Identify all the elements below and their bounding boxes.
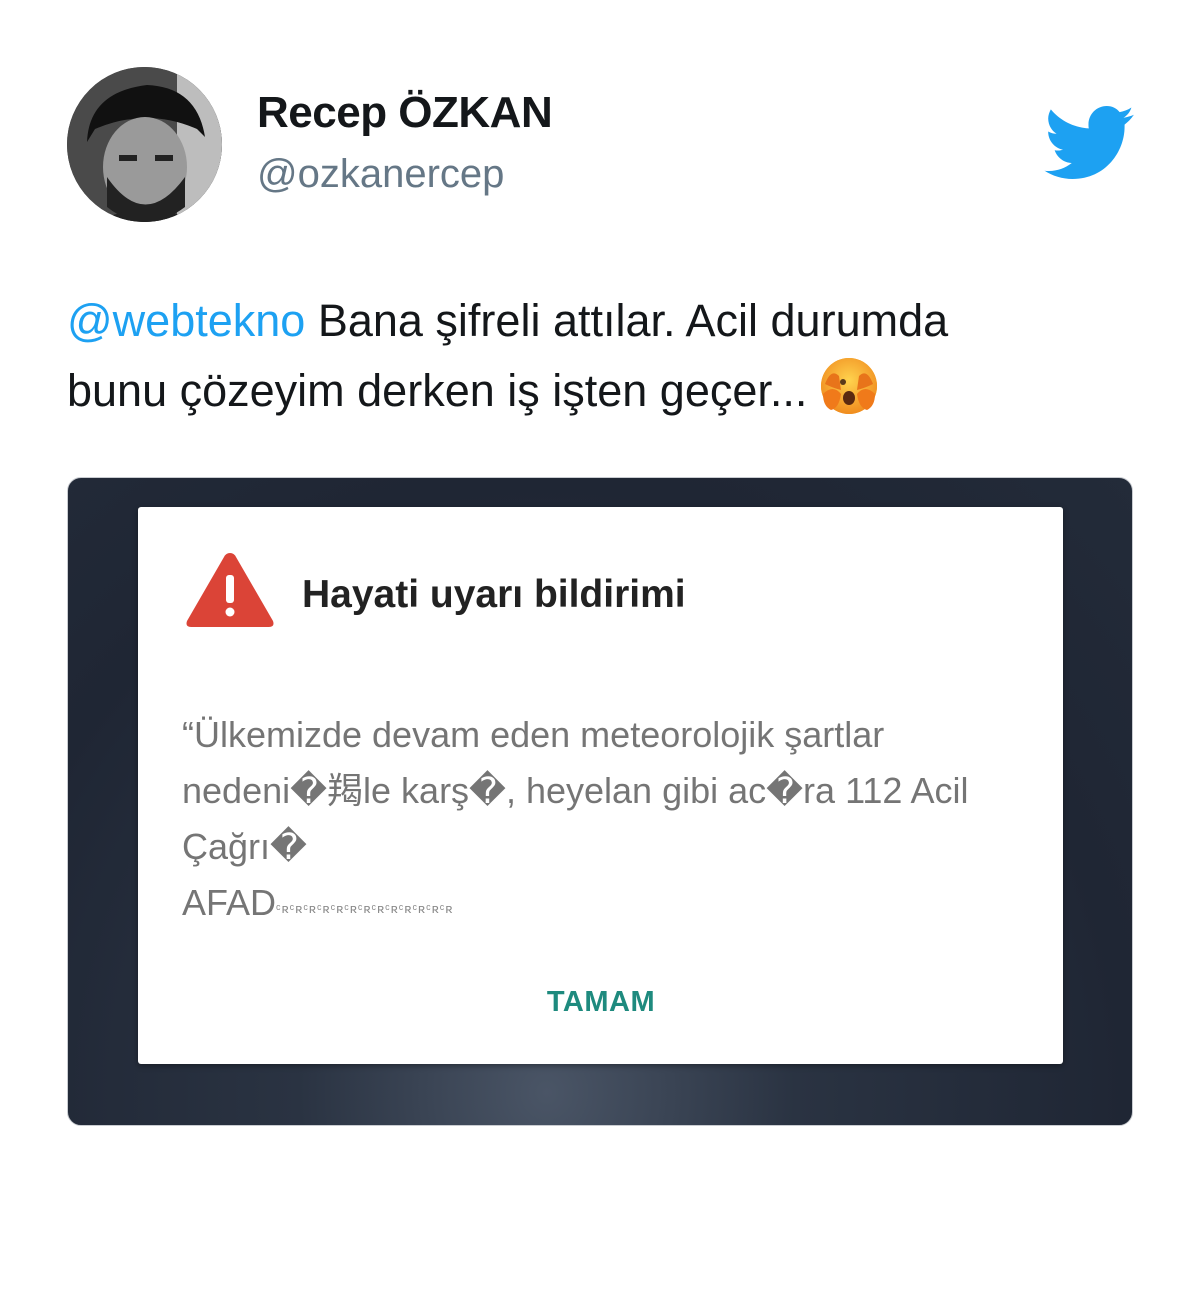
- alert-screenshot: Hayati uyarı bildirimi “Ülkemizde devam …: [67, 477, 1133, 1126]
- alert-message-line: “Ülkemizde devam eden meteorolojik şartl…: [182, 714, 885, 755]
- author-handle[interactable]: @ozkanercep: [257, 152, 504, 197]
- ok-button[interactable]: TAMAM: [518, 977, 684, 1027]
- alert-message: “Ülkemizde devam eden meteorolojik şartl…: [182, 707, 1042, 937]
- alert-dialog: Hayati uyarı bildirimi “Ülkemizde devam …: [138, 507, 1063, 1064]
- alert-message-line: nedeni�羯le karş�, heyelan gibi ac�ra 112…: [182, 770, 969, 811]
- author-avatar[interactable]: [67, 67, 222, 222]
- alert-message-line: Çağrı�: [182, 826, 307, 867]
- alert-sender: AFAD: [182, 882, 277, 923]
- warning-triangle-icon: [186, 553, 274, 627]
- avatar-photo: [67, 67, 222, 222]
- twitter-bird-icon[interactable]: [1044, 106, 1136, 182]
- tweet-text-part2: bunu çözeyim derken iş işten geçer...: [67, 365, 808, 416]
- face-with-hand-over-mouth-emoji: [821, 358, 878, 414]
- alert-title: Hayati uyarı bildirimi: [302, 573, 686, 616]
- author-name[interactable]: Recep ÖZKAN: [257, 88, 553, 138]
- tweet-text-part1: Bana şifreli attılar. Acil durumda: [305, 295, 949, 346]
- mention-link[interactable]: @webtekno: [67, 295, 305, 346]
- alert-message-line-sender: AFADᶜʀᶜʀᶜʀᶜʀᶜʀᶜʀᶜʀᶜʀᶜʀᶜʀᶜʀᶜʀᶜʀ: [182, 875, 1042, 937]
- alert-garbled-tail: ᶜʀᶜʀᶜʀᶜʀᶜʀᶜʀᶜʀᶜʀᶜʀᶜʀᶜʀᶜʀᶜʀ: [276, 901, 454, 916]
- tweet-text: @webtekno Bana şifreli attılar. Acil dur…: [67, 288, 1137, 424]
